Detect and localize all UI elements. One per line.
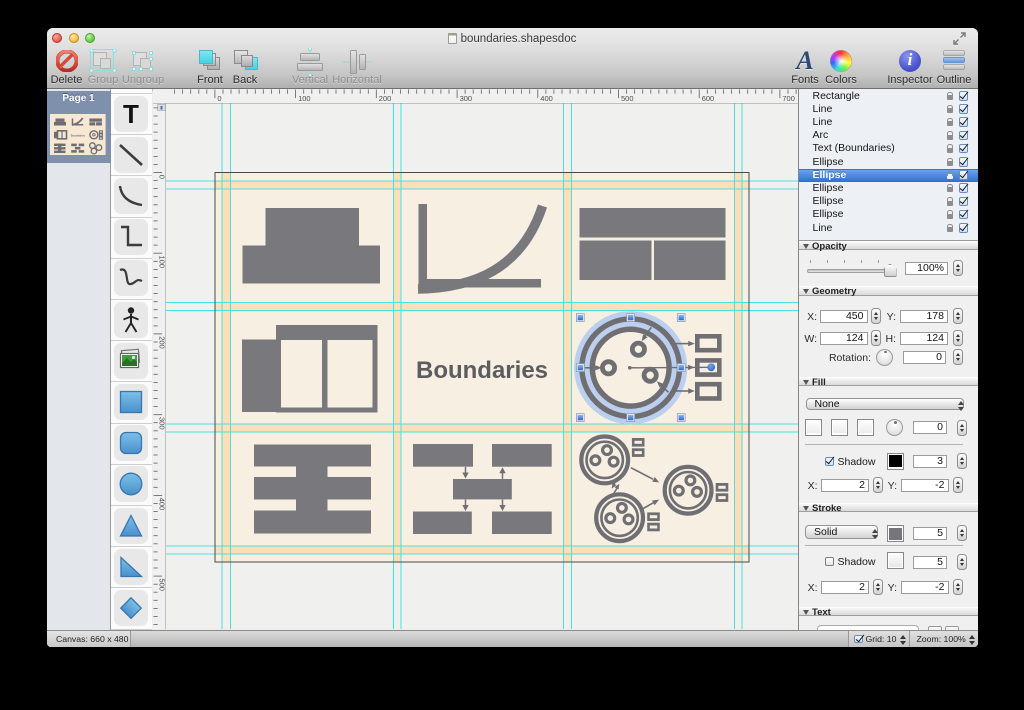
svg-text:700: 700: [782, 94, 795, 103]
svg-text:0: 0: [157, 175, 166, 179]
svg-text:200: 200: [378, 94, 391, 103]
svg-text:Boundaries: Boundaries: [71, 133, 86, 137]
svg-text:Boundaries: Boundaries: [415, 357, 547, 384]
svg-text:300: 300: [459, 94, 472, 103]
svg-text:T: T: [123, 100, 139, 128]
svg-text:200: 200: [157, 336, 166, 349]
svg-text:100: 100: [298, 94, 311, 103]
svg-text:400: 400: [540, 94, 553, 103]
svg-text:100: 100: [157, 256, 166, 269]
svg-text:500: 500: [621, 94, 634, 103]
svg-text:600: 600: [701, 94, 714, 103]
svg-text:500: 500: [157, 578, 166, 591]
svg-text:0: 0: [217, 94, 221, 103]
svg-text:300: 300: [157, 417, 166, 430]
svg-text:400: 400: [157, 498, 166, 511]
